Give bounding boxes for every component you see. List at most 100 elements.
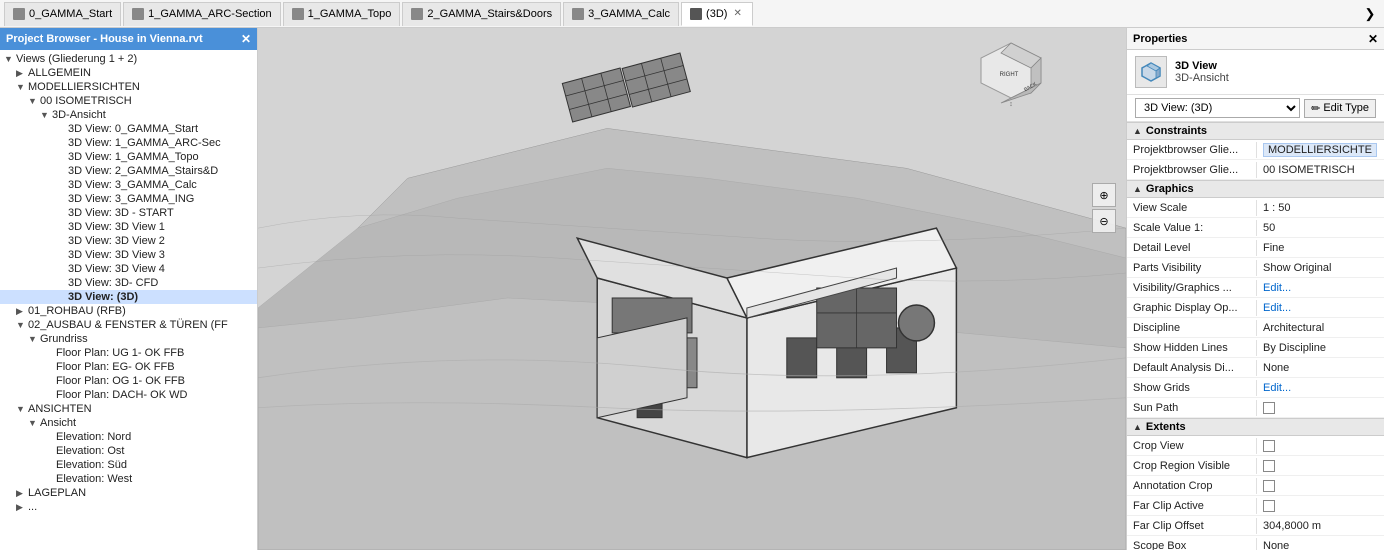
tree-fp-dach[interactable]: Floor Plan: DACH- OK WD — [0, 388, 257, 402]
tree-elev-nord[interactable]: Elevation: Nord — [0, 430, 257, 444]
prop-annotation-crop[interactable]: Annotation Crop — [1127, 476, 1384, 496]
tree-3d-gamma-ing[interactable]: 3D View: 3_GAMMA_ING — [0, 192, 257, 206]
tree-fp-ug[interactable]: Floor Plan: UG 1- OK FFB — [0, 346, 257, 360]
prop-far-clip-offset[interactable]: Far Clip Offset 304,8000 m — [1127, 516, 1384, 536]
sun-path-checkbox[interactable] — [1263, 402, 1275, 414]
properties-close[interactable]: ✕ — [1368, 32, 1378, 46]
nav-zoom-in[interactable]: ⊕ — [1092, 183, 1116, 207]
section-constraints[interactable]: ▲ Constraints — [1127, 122, 1384, 140]
tree-elev-ost[interactable]: Elevation: Ost — [0, 444, 257, 458]
tree-views-root[interactable]: ▼ Views (Gliederung 1 + 2) — [0, 52, 257, 66]
tree-3d-gamma-stairs[interactable]: 3D View: 2_GAMMA_Stairs&D — [0, 164, 257, 178]
tree-elev-sud[interactable]: Elevation: Süd — [0, 458, 257, 472]
show-grids-edit-btn[interactable]: Edit... — [1263, 382, 1291, 394]
prop-show-hidden-lines[interactable]: Show Hidden Lines By Discipline — [1127, 338, 1384, 358]
tree-grundriss[interactable]: ▼Grundriss — [0, 332, 257, 346]
prop-parts-visibility[interactable]: Parts Visibility Show Original — [1127, 258, 1384, 278]
tree-3d-view4[interactable]: 3D View: 3D View 4 — [0, 262, 257, 276]
nav-zoom-out[interactable]: ⊖ — [1092, 209, 1116, 233]
project-browser: Project Browser - House in Vienna.rvt ✕ … — [0, 28, 258, 550]
tab-start[interactable]: 0_GAMMA_Start — [4, 2, 121, 26]
tree-fp-og[interactable]: Floor Plan: OG 1- OK FFB — [0, 374, 257, 388]
tree-3d-view2[interactable]: 3D View: 3D View 2 — [0, 234, 257, 248]
tree-3d-gamma-topo[interactable]: 3D View: 1_GAMMA_Topo — [0, 150, 257, 164]
prop-graphic-display[interactable]: Graphic Display Op... Edit... — [1127, 298, 1384, 318]
prop-view-info: 3D View 3D-Ansicht — [1127, 50, 1384, 95]
view-cube[interactable]: RIGHT BACK ↕ — [976, 38, 1046, 108]
tab-icon-topo — [292, 8, 304, 20]
view-icon-3d — [1135, 56, 1167, 88]
tree-container: ▼ Views (Gliederung 1 + 2) ▶ ALLGEMEIN ▼… — [0, 50, 257, 550]
tree-lageplan[interactable]: ▶LAGEPLAN — [0, 486, 257, 500]
tree-3d-gamma-start[interactable]: 3D View: 0_GAMMA_Start — [0, 122, 257, 136]
prop-selector-row: 3D View: (3D) ✏ Edit Type — [1127, 95, 1384, 122]
tree-rohbau[interactable]: ▶01_ROHBAU (RFB) — [0, 304, 257, 318]
tab-arc[interactable]: 1_GAMMA_ARC-Section — [123, 2, 281, 26]
viewport[interactable]: RIGHT BACK ↕ ⊕ ⊖ — [258, 28, 1126, 550]
panel-expand-btn[interactable]: ❯ — [1360, 4, 1380, 24]
tab-topo[interactable]: 1_GAMMA_Topo — [283, 2, 401, 26]
section-extents[interactable]: ▲ Extents — [1127, 418, 1384, 436]
tree-label-views: Views (Gliederung 1 + 2) — [16, 53, 137, 65]
prop-sun-path[interactable]: Sun Path — [1127, 398, 1384, 418]
prop-scale-value[interactable]: Scale Value 1: 50 — [1127, 218, 1384, 238]
section-arrow-constraints: ▲ — [1133, 126, 1142, 136]
tab-bar: 0_GAMMA_Start 1_GAMMA_ARC-Section 1_GAMM… — [0, 0, 1384, 28]
tree-modelliersichten[interactable]: ▼ MODELLIERSICHTEN — [0, 80, 257, 94]
tree-3d-cfd[interactable]: 3D View: 3D- CFD — [0, 276, 257, 290]
tree-fp-eg[interactable]: Floor Plan: EG- OK FFB — [0, 360, 257, 374]
edit-type-button[interactable]: ✏ Edit Type — [1304, 99, 1376, 118]
tab-icon-start — [13, 8, 25, 20]
tree-allgemein[interactable]: ▶ ALLGEMEIN — [0, 66, 257, 80]
prop-discipline[interactable]: Discipline Architectural — [1127, 318, 1384, 338]
tree-arrow-3d-folder: ▼ — [40, 110, 52, 120]
section-arrow-extents: ▲ — [1133, 422, 1142, 432]
view-selector-dropdown[interactable]: 3D View: (3D) — [1135, 98, 1300, 118]
tree-3d-start[interactable]: 3D View: 3D - START — [0, 206, 257, 220]
visibility-edit-btn[interactable]: Edit... — [1263, 282, 1291, 294]
tree-bottom-clipped[interactable]: ▶... — [0, 500, 257, 514]
tree-arrow-isometrisch: ▼ — [28, 96, 40, 106]
prop-view-scale[interactable]: View Scale 1 : 50 — [1127, 198, 1384, 218]
tab-stairs[interactable]: 2_GAMMA_Stairs&Doors — [402, 2, 561, 26]
tab-close-3d[interactable]: ✕ — [731, 8, 743, 19]
section-graphics[interactable]: ▲ Graphics — [1127, 180, 1384, 198]
svg-text:↕: ↕ — [1009, 101, 1013, 108]
tree-3d-view3[interactable]: 3D View: 3D View 3 — [0, 248, 257, 262]
prop-far-clip-active[interactable]: Far Clip Active — [1127, 496, 1384, 516]
prop-scope-box[interactable]: Scope Box None — [1127, 536, 1384, 550]
tab-label-start: 0_GAMMA_Start — [29, 8, 112, 20]
tree-isometrisch[interactable]: ▼ 00 ISOMETRISCH — [0, 94, 257, 108]
prop-default-analysis[interactable]: Default Analysis Di... None — [1127, 358, 1384, 378]
prop-crop-view[interactable]: Crop View — [1127, 436, 1384, 456]
props-scroll-area[interactable]: ▲ Constraints Projektbrowser Glie... MOD… — [1127, 122, 1384, 550]
graphic-display-edit-btn[interactable]: Edit... — [1263, 302, 1291, 314]
prop-visibility-graphics[interactable]: Visibility/Graphics ... Edit... — [1127, 278, 1384, 298]
tree-3d-ansicht-folder[interactable]: ▼ 3D-Ansicht — [0, 108, 257, 122]
tree-elev-west[interactable]: Elevation: West — [0, 472, 257, 486]
tree-3d-gamma-arc[interactable]: 3D View: 1_GAMMA_ARC-Sec — [0, 136, 257, 150]
prop-detail-level[interactable]: Detail Level Fine — [1127, 238, 1384, 258]
edit-type-label: Edit Type — [1323, 102, 1369, 114]
tree-ansicht[interactable]: ▼Ansicht — [0, 416, 257, 430]
tree-ansichten[interactable]: ▼ANSICHTEN — [0, 402, 257, 416]
annotation-crop-checkbox[interactable] — [1263, 480, 1275, 492]
far-clip-active-checkbox[interactable] — [1263, 500, 1275, 512]
prop-crop-region-visible[interactable]: Crop Region Visible — [1127, 456, 1384, 476]
project-browser-close[interactable]: ✕ — [241, 32, 251, 46]
tab-label-3d: (3D) — [706, 8, 727, 20]
prop-projektbrowser2[interactable]: Projektbrowser Glie... 00 ISOMETRISCH — [1127, 160, 1384, 180]
properties-title: Properties — [1133, 33, 1187, 45]
tab-icon-calc — [572, 8, 584, 20]
prop-show-grids[interactable]: Show Grids Edit... — [1127, 378, 1384, 398]
crop-region-visible-checkbox[interactable] — [1263, 460, 1275, 472]
tree-ausbau[interactable]: ▼02_AUSBAU & FENSTER & TÜREN (FF — [0, 318, 257, 332]
tree-3d-gamma-calc[interactable]: 3D View: 3_GAMMA_Calc — [0, 178, 257, 192]
tab-calc[interactable]: 3_GAMMA_Calc — [563, 2, 679, 26]
tree-3d-current[interactable]: 3D View: (3D) — [0, 290, 257, 304]
prop-projektbrowser1[interactable]: Projektbrowser Glie... MODELLIERSICHTE — [1127, 140, 1384, 160]
tree-3d-view1[interactable]: 3D View: 3D View 1 — [0, 220, 257, 234]
crop-view-checkbox[interactable] — [1263, 440, 1275, 452]
tab-3d[interactable]: (3D) ✕ — [681, 2, 753, 26]
view-info-text: 3D View 3D-Ansicht — [1175, 60, 1229, 84]
